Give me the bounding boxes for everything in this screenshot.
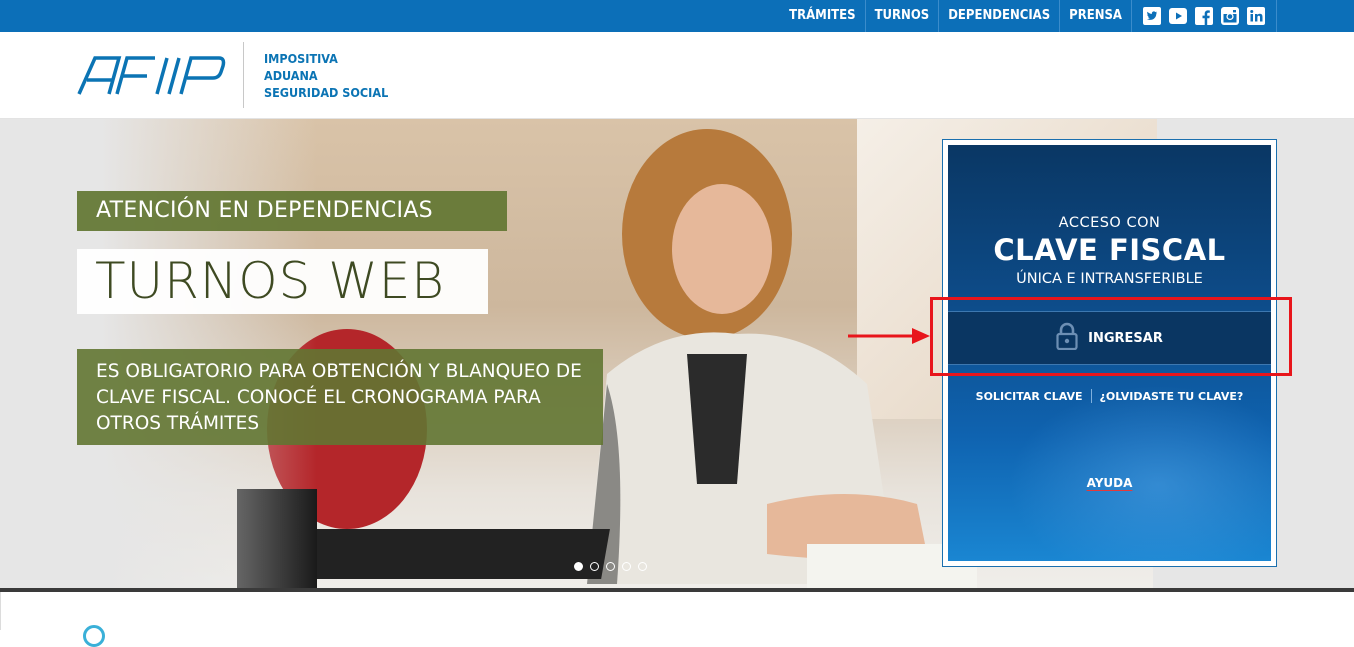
link-seguridad-social[interactable]: SEGURIDAD SOCIAL [264,84,388,101]
linkedin-icon[interactable] [1246,6,1266,26]
login-title: CLAVE FISCAL [993,233,1226,267]
solicitar-clave-link[interactable]: SOLICITAR CLAVE [976,390,1083,403]
login-subtitle: ÚNICA E INTRANSFERIBLE [1016,271,1203,287]
facebook-icon[interactable] [1194,6,1214,26]
instagram-icon[interactable] [1220,6,1240,26]
panel-glow [1008,385,1271,561]
link-aduana[interactable]: ADUANA [264,67,388,84]
youtube-icon[interactable] [1168,6,1188,26]
hero-banner-description: ES OBLIGATORIO PARA OBTENCIÓN Y BLANQUEO… [77,349,603,445]
afip-logo[interactable] [77,54,227,96]
login-links: SOLICITAR CLAVE ¿OLVIDASTE TU CLAVE? [948,389,1271,403]
carousel-dot[interactable] [606,562,615,571]
ayuda-container: AYUDA [948,476,1271,490]
top-nav: TRÁMITES TURNOS DEPENDENCIAS PRENSA [780,0,1277,32]
site-header: IMPOSITIVA ADUANA SEGURIDAD SOCIAL [0,32,1354,119]
hero-banner-title: TURNOS WEB [77,249,488,314]
section-icon [83,625,105,647]
carousel-dots [574,562,647,571]
social-links [1132,0,1277,32]
carousel-dot[interactable] [590,562,599,571]
olvidaste-clave-link[interactable]: ¿OLVIDASTE TU CLAVE? [1100,390,1244,403]
top-bar: TRÁMITES TURNOS DEPENDENCIAS PRENSA [0,0,1354,32]
link-impositiva[interactable]: IMPOSITIVA [264,50,388,67]
carousel-dot[interactable] [574,562,583,571]
nav-prensa[interactable]: PRENSA [1060,0,1132,32]
links-separator [1090,389,1092,403]
header-divider [243,42,244,108]
carousel-dot[interactable] [638,562,647,571]
nav-turnos[interactable]: TURNOS [866,0,940,32]
header-links: IMPOSITIVA ADUANA SEGURIDAD SOCIAL [264,50,388,101]
carousel-dot[interactable] [622,562,631,571]
annotation-arrow-icon [848,328,930,344]
hero-keyboard-illustration [237,489,610,588]
twitter-icon[interactable] [1142,6,1162,26]
annotation-highlight-box [930,297,1292,376]
ayuda-link[interactable]: AYUDA [1087,476,1133,490]
hero-banner-subtitle: ATENCIÓN EN DEPENDENCIAS [77,191,507,231]
nav-dependencias[interactable]: DEPENDENCIAS [939,0,1061,32]
content-area [0,592,1354,630]
login-acceso-label: ACCESO CON [1058,215,1161,231]
nav-tramites[interactable]: TRÁMITES [780,0,866,32]
